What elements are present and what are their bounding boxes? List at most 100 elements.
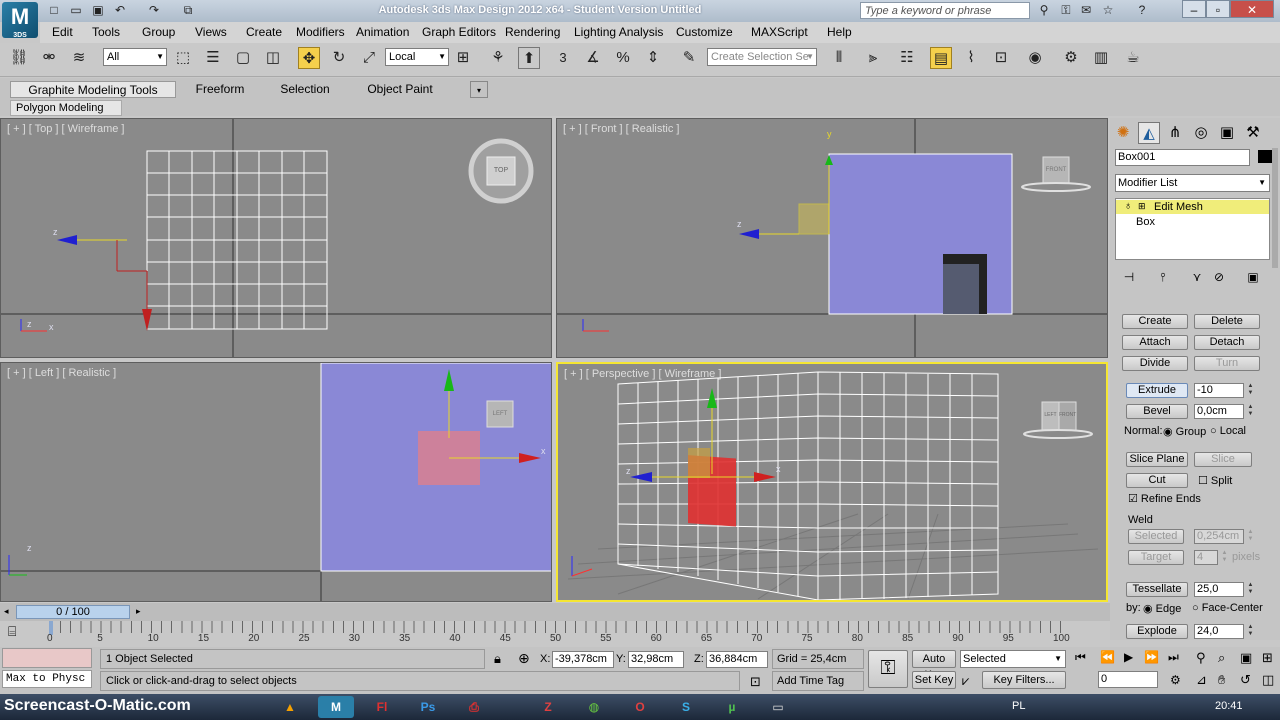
schematic-view-icon[interactable]: ⊡	[990, 47, 1012, 69]
redo-icon[interactable]: ↷	[146, 3, 162, 17]
weld-target-spinner[interactable]: ▲ ▼	[1220, 550, 1229, 565]
menu-rendering[interactable]: Rendering	[505, 25, 560, 39]
menu-maxscript[interactable]: MAXScript	[751, 25, 808, 39]
save-icon[interactable]: ▣	[90, 3, 106, 17]
weld-threshold-spinner[interactable]: ▲ ▼	[1246, 529, 1255, 544]
selection-filter-select[interactable]: All ▼	[103, 48, 167, 66]
menu-edit[interactable]: Edit	[52, 25, 73, 39]
app-logo[interactable]: M 3DS	[2, 2, 38, 39]
new-file-icon[interactable]: □	[46, 3, 62, 17]
create-button[interactable]: Create	[1122, 314, 1188, 329]
turn-button[interactable]: Turn	[1194, 356, 1260, 371]
3dsmax-taskbar-icon[interactable]: M	[318, 696, 354, 718]
help-icon[interactable]: ?	[1134, 3, 1150, 17]
y-coord-field[interactable]: 32,98cm	[628, 651, 684, 668]
viewcube-top[interactable]: TOP	[487, 167, 515, 174]
stack-item-box[interactable]: Box	[1136, 216, 1155, 228]
delete-button[interactable]: Delete	[1194, 314, 1260, 329]
close-button[interactable]: ✕	[1230, 0, 1274, 18]
mirror-icon[interactable]: ⫴	[828, 47, 850, 69]
menu-lighting-analysis[interactable]: Lighting Analysis	[574, 25, 663, 39]
viewport-top[interactable]: [ + ] [ Top ] [ Wireframe ] z z x TOP	[0, 118, 552, 358]
vlc-taskbar-icon[interactable]: ▲	[272, 696, 308, 718]
object-color-swatch[interactable]	[1258, 150, 1272, 163]
scale-icon[interactable]: ⤢	[358, 47, 380, 69]
snaps-toggle-icon[interactable]: 3	[552, 47, 574, 69]
modify-tab-icon[interactable]: ◭	[1138, 122, 1160, 144]
communication-icon[interactable]: ✉	[1078, 3, 1094, 17]
object-name-field[interactable]: Box001	[1115, 149, 1250, 166]
display-tab-icon[interactable]: ▣	[1216, 122, 1238, 144]
viewcube-left-face[interactable]: LEFT	[1042, 412, 1059, 418]
explorer-taskbar-icon[interactable]: ▭	[760, 696, 796, 718]
rectangular-selection-icon[interactable]: ▢	[232, 47, 254, 69]
opera-taskbar-icon[interactable]: O	[622, 696, 658, 718]
go-to-start-icon[interactable]: ⏮	[1075, 650, 1086, 665]
menu-tools[interactable]: Tools	[92, 25, 120, 39]
language-indicator[interactable]: PL	[1012, 700, 1025, 712]
tab-object-paint[interactable]: Object Paint	[355, 81, 445, 98]
select-manipulate-icon[interactable]: ⚘	[487, 47, 509, 69]
divide-button[interactable]: Divide	[1122, 356, 1188, 371]
maximize-viewport-icon[interactable]: ◫	[1262, 672, 1274, 688]
layer-manager-icon[interactable]: ☷	[896, 47, 918, 69]
bevel-spinner[interactable]: ▲ ▼	[1246, 404, 1255, 419]
extrude-spinner[interactable]: ▲ ▼	[1246, 383, 1255, 398]
command-panel-scrollbar[interactable]	[1272, 148, 1278, 268]
menu-views[interactable]: Views	[195, 25, 227, 39]
percent-snap-icon[interactable]: %	[612, 47, 634, 69]
favorites-icon[interactable]: ☆	[1100, 3, 1116, 17]
zoom-all-icon[interactable]: ⌕	[1218, 650, 1225, 666]
show-end-result-icon[interactable]: ⫯	[1152, 266, 1174, 288]
viewport-left[interactable]: [ + ] [ Left ] [ Realistic ] x z LEFT	[0, 362, 552, 602]
next-frame-icon[interactable]: ⏩	[1144, 650, 1159, 664]
cut-button[interactable]: Cut	[1126, 473, 1188, 488]
filezilla-taskbar-icon[interactable]: Z	[530, 696, 566, 718]
move-icon[interactable]: ✥	[298, 47, 320, 69]
maximize-button[interactable]: ▫	[1206, 0, 1230, 18]
time-slider[interactable]: ◂ 0 / 100 ▸	[0, 603, 1110, 621]
angle-snap-icon[interactable]: ∡	[582, 47, 604, 69]
pan-view-icon[interactable]: ✋︎	[1218, 672, 1225, 688]
attach-button[interactable]: Attach	[1122, 335, 1188, 350]
pdf-taskbar-icon[interactable]: ⎙	[456, 696, 492, 718]
slice-button[interactable]: Slice	[1194, 452, 1252, 467]
menu-graph-editors[interactable]: Graph Editors	[422, 25, 496, 39]
remove-modifier-icon[interactable]: ⊘	[1208, 266, 1230, 288]
zoom-extents-all-icon[interactable]: ⊞	[1262, 650, 1273, 666]
modifier-list-select[interactable]: Modifier List ▼	[1115, 174, 1270, 192]
track-bar[interactable]: ⌸ 0 5 10 15 20 25 30 35 40 45 50 55 60 65 70 75 80 85 90 95…	[0, 621, 1110, 647]
curve-editor-icon[interactable]: ⌇	[960, 47, 982, 69]
lightbulb-icon[interactable]: ♁	[1124, 200, 1132, 212]
x-coord-field[interactable]: -39,378cm	[552, 651, 614, 668]
edit-named-selection-icon[interactable]: ✎	[678, 47, 700, 69]
viewport-front[interactable]: [ + ] [ Front ] [ Realistic ] y z FRONT	[556, 118, 1108, 358]
align-icon[interactable]: ⫸	[862, 47, 884, 69]
named-selection-set-select[interactable]: Create Selection Se ▼	[707, 48, 817, 66]
spinner-snap-icon[interactable]: ⇕	[642, 47, 664, 69]
search-input[interactable]: Type a keyword or phrase	[860, 2, 1030, 19]
subscription-icon[interactable]: ⚿	[1058, 3, 1074, 17]
set-key-icon[interactable]: ⚿	[868, 650, 908, 688]
render-production-icon[interactable]: ☕	[1122, 47, 1144, 69]
bind-space-warp-icon[interactable]: ≋	[68, 47, 90, 69]
keyboard-shortcut-override-icon[interactable]: ⬆	[518, 47, 540, 69]
graphite-toggle-icon[interactable]: ▤	[930, 47, 952, 69]
go-to-end-icon[interactable]: ⏭	[1168, 650, 1179, 665]
by-edge-radio[interactable]: ◉ Edge	[1143, 602, 1181, 615]
selection-lock-icon[interactable]: 🔒︎	[494, 651, 501, 667]
field-of-view-icon[interactable]: ⊿	[1196, 672, 1207, 688]
torrent-taskbar-icon[interactable]: µ	[714, 696, 750, 718]
pin-stack-icon[interactable]: ⊣	[1118, 266, 1140, 288]
orbit-icon[interactable]: ↺	[1240, 672, 1251, 688]
tab-graphite-modeling-tools[interactable]: Graphite Modeling Tools	[10, 81, 176, 98]
detach-button[interactable]: Detach	[1194, 335, 1260, 350]
previous-frame-icon[interactable]: ⏪	[1100, 650, 1115, 664]
explode-button[interactable]: Explode	[1126, 624, 1188, 639]
extrude-button[interactable]: Extrude	[1126, 383, 1188, 398]
stack-item-edit-mesh[interactable]: ♁ ⊞ Edit Mesh	[1116, 200, 1269, 214]
utilities-tab-icon[interactable]: ⚒	[1242, 122, 1264, 144]
tessellate-tension-field[interactable]: 25,0	[1194, 582, 1244, 597]
tab-selection[interactable]: Selection	[265, 81, 345, 98]
clock[interactable]: 20:41	[1215, 700, 1243, 712]
